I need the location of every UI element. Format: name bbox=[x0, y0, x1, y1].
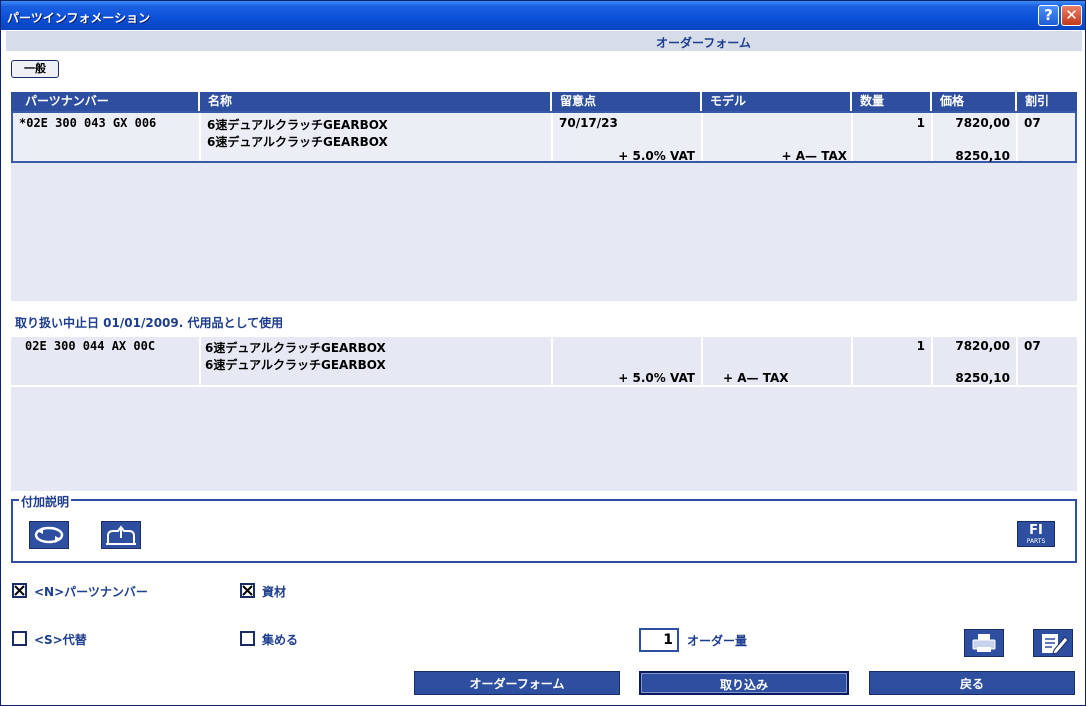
tax-label: + A— TAX bbox=[781, 149, 848, 163]
crown-icon[interactable] bbox=[101, 521, 141, 549]
section-header: オーダーフォーム bbox=[6, 31, 1082, 51]
part-notes: 70/17/23 bbox=[559, 116, 618, 130]
vat-label: + 5.0% VAT bbox=[618, 149, 695, 163]
cell-part-number: 02E 300 044 AX 00C bbox=[11, 337, 201, 385]
checkbox-box[interactable] bbox=[240, 583, 255, 598]
cell-name: 6速デュアルクラッチGEARBOX 6速デュアルクラッチGEARBOX bbox=[201, 337, 553, 385]
grid-header: パーツナンバー 名称 留意点 モデル 数量 価格 割引 bbox=[11, 92, 1077, 111]
col-price[interactable]: 価格 bbox=[932, 92, 1017, 111]
tax-label: + A— TAX bbox=[723, 371, 789, 385]
cell-quantity: 1 bbox=[853, 113, 933, 161]
checkbox-box[interactable] bbox=[12, 631, 27, 646]
logo-subtext: PARTS bbox=[1026, 538, 1046, 545]
price-value: 7820,00 bbox=[955, 116, 1010, 130]
help-button[interactable]: ? bbox=[1038, 5, 1059, 26]
part-number: 02E 300 044 AX 00C bbox=[25, 339, 156, 353]
cell-price: 7820,00 8250,10 bbox=[933, 113, 1018, 163]
edit-button[interactable] bbox=[1033, 629, 1073, 657]
table-row[interactable]: 02E 300 044 AX 00C 6速デュアルクラッチGEARBOX 6速デ… bbox=[11, 337, 1077, 387]
tab-general[interactable]: 一般 bbox=[11, 60, 59, 78]
fi-parts-logo[interactable]: FI PARTS bbox=[1017, 521, 1055, 547]
table-row[interactable]: *02E 300 043 GX 006 6速デュアルクラッチGEARBOX 6速… bbox=[11, 111, 1077, 163]
cell-notes: + 5.0% VAT bbox=[553, 337, 703, 385]
cell-model: + A— TAX bbox=[703, 113, 853, 163]
quantity-value: 1 bbox=[916, 116, 925, 130]
cell-quantity: 1 bbox=[853, 337, 933, 385]
cell-model: + A— TAX bbox=[703, 337, 853, 385]
col-name[interactable]: 名称 bbox=[200, 92, 552, 111]
price-with-tax: 8250,10 bbox=[955, 371, 1010, 385]
discount-value: 07 bbox=[1024, 339, 1041, 353]
checkbox-label: 集める bbox=[262, 633, 299, 647]
price-with-tax: 8250,10 bbox=[955, 149, 1010, 163]
vat-label: + 5.0% VAT bbox=[618, 371, 695, 385]
parts-table-body: *02E 300 043 GX 006 6速デュアルクラッチGEARBOX 6速… bbox=[11, 111, 1077, 301]
part-name-secondary: 6速デュアルクラッチGEARBOX bbox=[205, 358, 386, 372]
part-name-secondary: 6速デュアルクラッチGEARBOX bbox=[207, 135, 388, 149]
cell-part-number: *02E 300 043 GX 006 bbox=[13, 113, 201, 161]
cell-price: 7820,00 8250,10 bbox=[933, 337, 1018, 385]
printer-icon bbox=[972, 634, 996, 652]
refresh-icon[interactable] bbox=[29, 521, 69, 549]
discontinued-note: 取り扱い中止日 01/01/2009. 代用品として使用 bbox=[15, 316, 284, 330]
edit-document-icon bbox=[1042, 634, 1069, 655]
discount-value: 07 bbox=[1024, 116, 1041, 130]
order-quantity-input[interactable]: 1 bbox=[639, 628, 679, 652]
price-value: 7820,00 bbox=[955, 339, 1010, 353]
import-button[interactable]: 取り込み bbox=[639, 671, 849, 695]
col-quantity[interactable]: 数量 bbox=[852, 92, 932, 111]
additional-info-legend: 付加説明 bbox=[19, 493, 72, 510]
logo-text: FI bbox=[1029, 523, 1043, 538]
part-name: 6速デュアルクラッチGEARBOX bbox=[207, 118, 388, 132]
order-quantity-label: オーダー量 bbox=[687, 634, 748, 648]
section-title: オーダーフォーム bbox=[656, 36, 751, 50]
cell-discount: 07 bbox=[1018, 113, 1075, 161]
col-part-number[interactable]: パーツナンバー bbox=[11, 92, 200, 111]
substitute-table-body: 02E 300 044 AX 00C 6速デュアルクラッチGEARBOX 6速デ… bbox=[11, 337, 1077, 491]
quantity-value: 1 bbox=[916, 339, 925, 353]
checkbox-box[interactable] bbox=[240, 631, 255, 646]
checkbox-label: 資材 bbox=[262, 585, 287, 599]
cell-discount: 07 bbox=[1018, 337, 1077, 385]
part-number: *02E 300 043 GX 006 bbox=[19, 116, 157, 130]
additional-info-group: 付加説明 FI PARTS bbox=[11, 493, 1077, 563]
checkbox-box[interactable] bbox=[12, 583, 27, 598]
cell-name: 6速デュアルクラッチGEARBOX 6速デュアルクラッチGEARBOX bbox=[201, 113, 553, 161]
part-name: 6速デュアルクラッチGEARBOX bbox=[205, 341, 386, 355]
checkbox-label: <S>代替 bbox=[34, 633, 87, 647]
window-title: パーツインフォメーション bbox=[7, 11, 151, 25]
cell-notes: 70/17/23 + 5.0% VAT bbox=[553, 113, 703, 163]
checkbox-label: <N>パーツナンバー bbox=[34, 585, 148, 599]
col-discount[interactable]: 割引 bbox=[1017, 92, 1077, 111]
back-button[interactable]: 戻る bbox=[869, 671, 1075, 695]
title-bar[interactable]: パーツインフォメーション ? ✕ bbox=[1, 1, 1085, 30]
close-button[interactable]: ✕ bbox=[1061, 5, 1082, 26]
col-model[interactable]: モデル bbox=[702, 92, 852, 111]
col-notes[interactable]: 留意点 bbox=[552, 92, 702, 111]
print-button[interactable] bbox=[964, 629, 1004, 657]
parts-info-window: パーツインフォメーション ? ✕ オーダーフォーム 一般 パーツナンバー 名称 … bbox=[0, 0, 1086, 706]
order-form-button[interactable]: オーダーフォーム bbox=[414, 671, 620, 695]
